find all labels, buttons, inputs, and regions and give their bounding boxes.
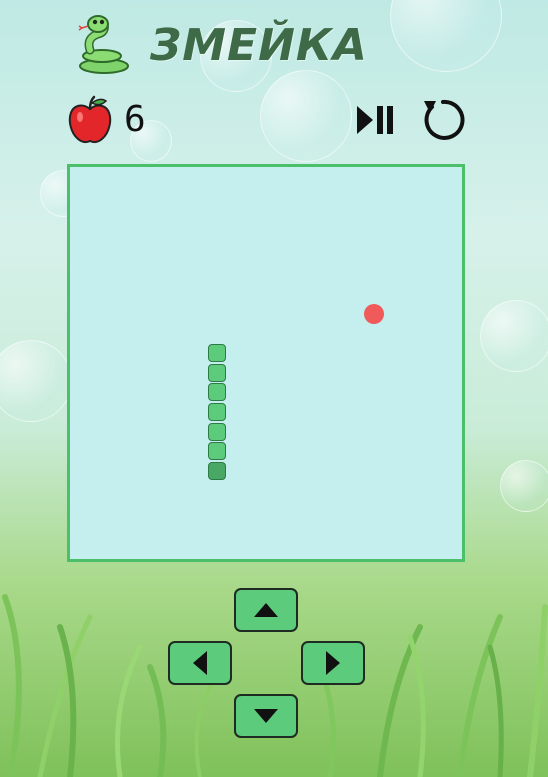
snake-segment: [208, 383, 226, 402]
right-button[interactable]: [301, 641, 365, 685]
arrow-left-icon: [193, 651, 207, 675]
up-button[interactable]: [234, 588, 298, 632]
bubble-decoration: [390, 0, 502, 72]
restart-icon[interactable]: [420, 97, 466, 143]
bubble-decoration: [0, 340, 72, 422]
game-board[interactable]: [67, 164, 465, 562]
game-title: ЗМЕЙКА: [150, 19, 368, 71]
snake-segment: [208, 363, 226, 382]
down-button[interactable]: [234, 694, 298, 738]
bubble-decoration: [500, 460, 548, 512]
snake-segment: [208, 442, 226, 461]
status-bar: 6: [68, 95, 468, 147]
score-counter: 6: [124, 99, 147, 140]
arrow-down-icon: [254, 709, 278, 723]
left-button[interactable]: [168, 641, 232, 685]
arrow-up-icon: [254, 603, 278, 617]
apple-icon: [68, 95, 112, 143]
snake-segment: [208, 403, 226, 421]
play-pause-icon[interactable]: [355, 103, 395, 137]
snake-segment: [208, 461, 226, 480]
snake-segment: [208, 422, 226, 441]
header: ЗМЕЙКА: [76, 14, 368, 76]
food-apple: [364, 304, 384, 325]
snake-head: [208, 344, 226, 363]
snake-icon: [78, 15, 129, 74]
arrow-right-icon: [326, 651, 340, 675]
bubble-decoration: [480, 300, 548, 372]
